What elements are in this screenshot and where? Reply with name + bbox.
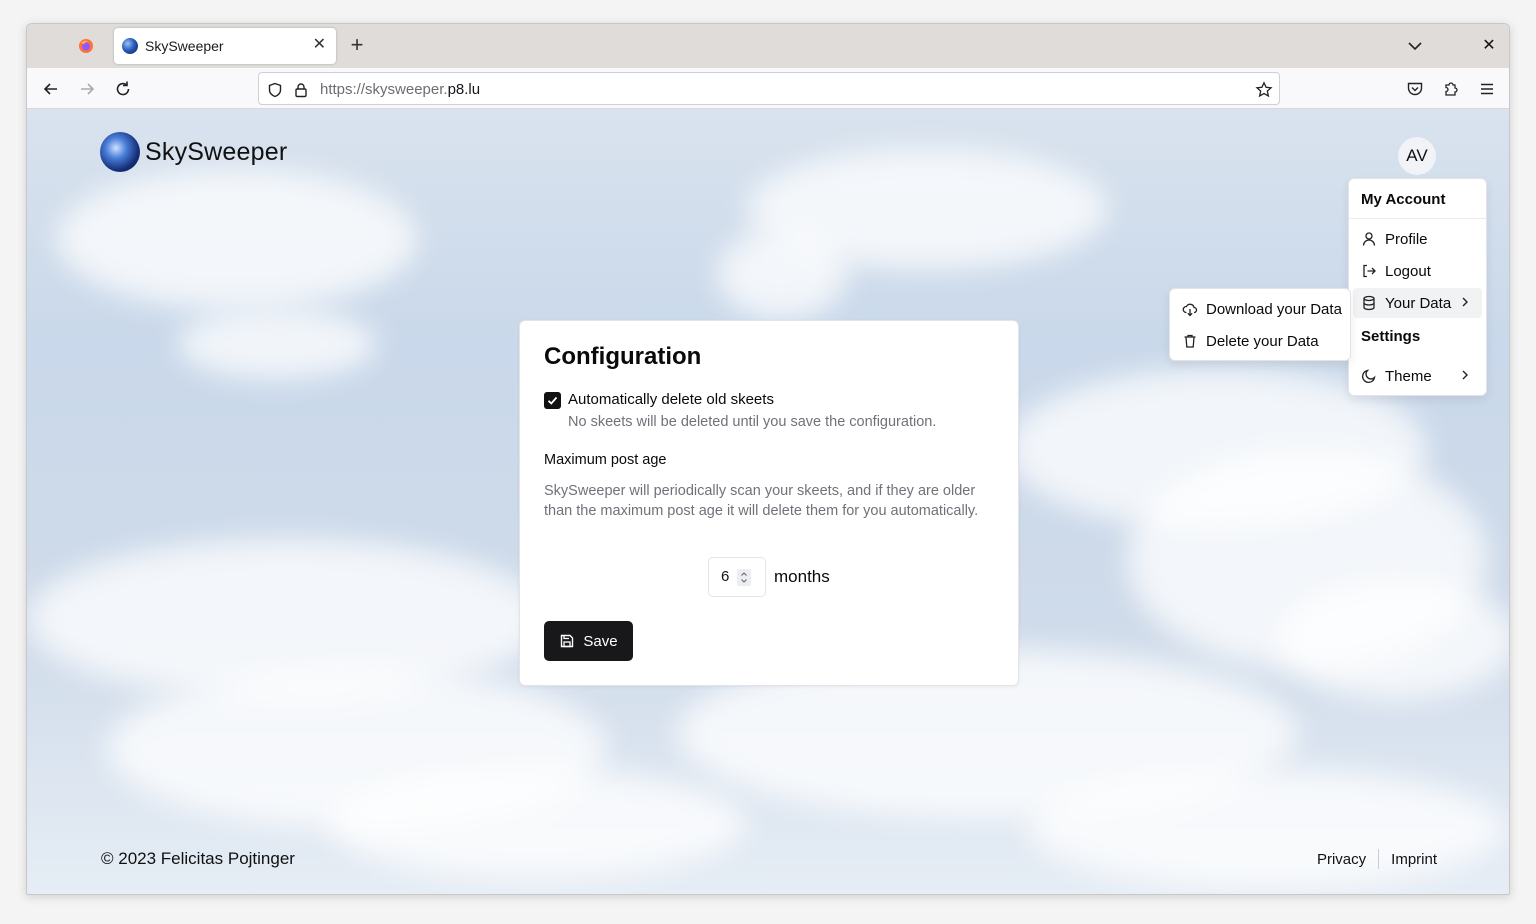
tab-skysweeper[interactable]: SkySweeper ✕	[114, 28, 336, 64]
app-logo[interactable]: SkySweeper	[100, 132, 287, 172]
menu-item-delete-data[interactable]: Delete your Data	[1174, 326, 1348, 356]
forward-arrow-icon[interactable]	[76, 78, 98, 100]
reload-icon[interactable]	[112, 78, 134, 100]
database-icon	[1361, 295, 1377, 311]
chevron-down-icon[interactable]	[1405, 36, 1425, 56]
cloud-decoration	[327, 769, 747, 879]
skysweeper-logo-icon	[100, 132, 140, 172]
menu-heading-settings: Settings	[1361, 328, 1421, 345]
max-age-description: SkySweeper will periodically scan your s…	[544, 483, 979, 519]
tab-title: SkySweeper	[145, 38, 224, 54]
tab-strip: SkySweeper ✕ + ✕	[27, 24, 1509, 68]
window-close-icon[interactable]: ✕	[1479, 35, 1499, 55]
max-age-label: Maximum post age	[544, 452, 667, 468]
footer-divider	[1378, 849, 1380, 869]
auto-delete-label[interactable]: Automatically delete old skeets	[568, 391, 774, 408]
cloud-decoration	[57, 169, 417, 309]
menu-item-theme[interactable]: Theme	[1353, 361, 1482, 391]
save-button[interactable]: Save	[544, 621, 633, 661]
new-tab-button[interactable]: +	[345, 34, 369, 56]
lock-icon[interactable]	[292, 81, 310, 99]
footer-link-imprint[interactable]: Imprint	[1391, 851, 1437, 868]
cloud-decoration	[1277, 579, 1509, 699]
footer-links: Privacy Imprint	[1317, 849, 1437, 869]
card-title: Configuration	[544, 343, 702, 370]
menu-heading-my-account: My Account	[1361, 191, 1446, 208]
cloud-decoration	[1027, 769, 1507, 889]
moon-icon	[1361, 368, 1377, 384]
spinner-arrows-icon[interactable]	[737, 569, 751, 586]
menu-item-logout[interactable]: Logout	[1353, 256, 1482, 286]
max-age-value: 6	[721, 568, 730, 585]
menu-item-download-data[interactable]: Download your Data	[1174, 294, 1348, 324]
tab-close-icon[interactable]: ✕	[313, 37, 326, 53]
account-menu: My Account Profile Logout Your Data Sett…	[1348, 178, 1487, 396]
firefox-view-icon[interactable]	[75, 35, 97, 57]
page-content: SkySweeper AV Configuration Automaticall…	[27, 109, 1509, 894]
menu-item-profile[interactable]: Profile	[1353, 224, 1482, 254]
navigation-bar: https://skysweeper.p8.lu	[27, 68, 1509, 109]
hamburger-menu-icon[interactable]	[1476, 78, 1498, 100]
chevron-right-icon	[1458, 295, 1472, 313]
pocket-icon[interactable]	[1404, 78, 1426, 100]
auto-delete-checkbox[interactable]	[544, 392, 561, 409]
shield-icon[interactable]	[266, 81, 284, 99]
configuration-card: Configuration Automatically delete old s…	[519, 320, 1019, 686]
url-text: https://skysweeper.p8.lu	[320, 81, 481, 98]
chevron-right-icon	[1458, 368, 1472, 386]
max-age-unit: months	[774, 567, 830, 586]
user-icon	[1361, 231, 1377, 247]
your-data-submenu: Download your Data Delete your Data	[1169, 288, 1351, 361]
max-age-number-input[interactable]: 6	[708, 557, 766, 597]
url-bar[interactable]: https://skysweeper.p8.lu	[258, 72, 1280, 105]
skysweeper-favicon-icon	[122, 38, 138, 54]
footer-link-privacy[interactable]: Privacy	[1317, 851, 1366, 868]
browser-window: SkySweeper ✕ + ✕ https://skysweeper.p8.l…	[26, 23, 1510, 895]
save-button-label: Save	[583, 632, 618, 650]
cloud-decoration	[717, 229, 847, 319]
logout-icon	[1361, 263, 1377, 279]
auto-delete-description: No skeets will be deleted until you save…	[568, 414, 937, 430]
save-icon	[559, 633, 575, 649]
cloud-download-icon	[1182, 301, 1198, 317]
avatar[interactable]: AV	[1398, 137, 1436, 175]
cloud-decoration	[177, 309, 377, 379]
footer-copyright: © 2023 Felicitas Pojtinger	[101, 849, 295, 868]
trash-icon	[1182, 333, 1198, 349]
extensions-puzzle-icon[interactable]	[1440, 78, 1462, 100]
bookmark-star-icon[interactable]	[1255, 81, 1273, 99]
menu-item-your-data[interactable]: Your Data	[1353, 288, 1482, 318]
back-arrow-icon[interactable]	[40, 78, 62, 100]
menu-divider	[1349, 218, 1486, 219]
app-name: SkySweeper	[145, 137, 288, 166]
